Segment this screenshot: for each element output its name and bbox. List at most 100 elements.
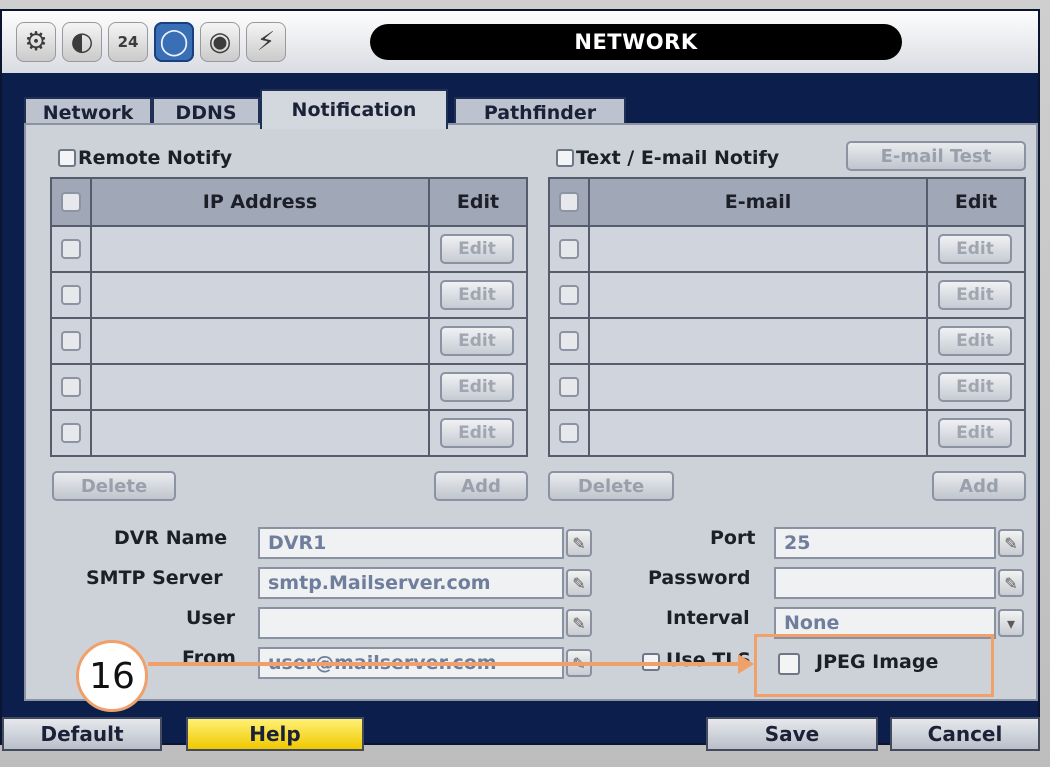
email-row-2-select [550,273,588,317]
ip-row-2-edit-cell: Edit [430,273,526,317]
ip-row-4-edit-cell: Edit [430,365,526,409]
top-toolbar: ⚙ ◐ 24 ◯ ◉ ⚡ NETWORK [2,11,1038,73]
password-label: Password [648,567,751,589]
ip-header-select [52,179,90,225]
port-field[interactable]: 25 [774,527,996,559]
email-row-2-checkbox[interactable] [559,285,579,305]
ip-row-5-select [52,411,90,455]
smtp-server-edit-icon[interactable]: ✎ [566,569,592,597]
ip-row-4-edit-button[interactable]: Edit [440,372,514,402]
gear-icon[interactable]: ⚙ [16,22,56,62]
email-row-1-select [550,227,588,271]
callout-line [148,662,748,666]
ip-row-5-edit-cell: Edit [430,411,526,455]
ip-row-5-address [92,411,428,455]
save-button[interactable]: Save [706,717,878,751]
email-row-1-checkbox[interactable] [559,239,579,259]
ip-row-2-edit-button[interactable]: Edit [440,280,514,310]
email-row-5-select [550,411,588,455]
interval-label: Interval [666,607,750,629]
ip-row-2-address [92,273,428,317]
dvr-name-edit-icon[interactable]: ✎ [566,529,592,557]
email-row-5-checkbox[interactable] [559,423,579,443]
email-row-2-edit-cell: Edit [928,273,1024,317]
default-button[interactable]: Default [2,717,162,751]
email-row-1-address [590,227,926,271]
dvr-name-label: DVR Name [114,527,228,549]
toggle-icon[interactable]: ◐ [62,22,102,62]
email-row-3-select [550,319,588,363]
password-field[interactable] [774,567,996,599]
help-button[interactable]: Help [186,717,364,751]
user-edit-icon[interactable]: ✎ [566,609,592,637]
ip-row-3-checkbox[interactable] [61,331,81,351]
email-row-5-edit-button[interactable]: Edit [938,418,1012,448]
ip-address-table: IP Address Edit Edit Edit Edit Edit Edit [50,177,528,457]
ip-row-1-edit-cell: Edit [430,227,526,271]
ip-row-4-select [52,365,90,409]
ip-row-1-address [92,227,428,271]
callout-arrow-icon [738,654,754,674]
email-notify-checkbox[interactable] [556,149,574,167]
email-row-3-address [590,319,926,363]
user-label: User [186,607,235,629]
ip-row-2-checkbox[interactable] [61,285,81,305]
ip-row-2-select [52,273,90,317]
ip-row-4-checkbox[interactable] [61,377,81,397]
email-table: E-mail Edit Edit Edit Edit Edit Edit [548,177,1026,457]
disc-icon[interactable]: ◉ [200,22,240,62]
ip-row-3-select [52,319,90,363]
email-row-3-edit-button[interactable]: Edit [938,326,1012,356]
smtp-server-label: SMTP Server [86,567,223,589]
email-add-button[interactable]: Add [932,471,1026,501]
port-label: Port [710,527,756,549]
remote-delete-button[interactable]: Delete [52,471,176,501]
remote-add-button[interactable]: Add [434,471,528,501]
ip-row-3-edit-cell: Edit [430,319,526,363]
ip-select-all-checkbox[interactable] [61,192,81,212]
email-row-4-edit-cell: Edit [928,365,1024,409]
email-test-button[interactable]: E-mail Test [846,141,1026,171]
globe-icon[interactable]: ◯ [154,22,194,62]
email-row-2-edit-button[interactable]: Edit [938,280,1012,310]
email-row-4-select [550,365,588,409]
email-header-select [550,179,588,225]
email-row-3-checkbox[interactable] [559,331,579,351]
ip-row-3-address [92,319,428,363]
port-edit-icon[interactable]: ✎ [998,529,1024,557]
remote-notify-checkbox[interactable] [58,149,76,167]
cancel-button[interactable]: Cancel [890,717,1040,751]
email-row-1-edit-cell: Edit [928,227,1024,271]
email-delete-button[interactable]: Delete [548,471,674,501]
calendar-icon[interactable]: 24 [108,22,148,62]
email-row-5-edit-cell: Edit [928,411,1024,455]
tab-notification[interactable]: Notification [260,89,448,129]
tab-bar: Network DDNS Notification Pathfinder [2,73,1038,129]
ip-header-address: IP Address [92,179,428,225]
user-field[interactable] [258,607,564,639]
email-header-edit: Edit [928,179,1024,225]
callout-highlight-box [754,634,994,697]
email-row-4-address [590,365,926,409]
email-row-1-edit-button[interactable]: Edit [938,234,1012,264]
ip-row-5-edit-button[interactable]: Edit [440,418,514,448]
email-row-4-edit-button[interactable]: Edit [938,372,1012,402]
ip-row-3-edit-button[interactable]: Edit [440,326,514,356]
email-row-4-checkbox[interactable] [559,377,579,397]
screenshot-frame: ⚙ ◐ 24 ◯ ◉ ⚡ NETWORK Network DDNS Notifi… [0,0,1050,767]
password-edit-icon[interactable]: ✎ [998,569,1024,597]
ip-row-5-checkbox[interactable] [61,423,81,443]
chevron-down-icon[interactable]: ▾ [998,609,1024,637]
ip-row-1-checkbox[interactable] [61,239,81,259]
ip-row-1-edit-button[interactable]: Edit [440,234,514,264]
email-select-all-checkbox[interactable] [559,192,579,212]
dvr-name-field[interactable]: DVR1 [258,527,564,559]
ip-row-1-select [52,227,90,271]
smtp-server-field[interactable]: smtp.Mailserver.com [258,567,564,599]
calendar-day: 24 [117,33,139,51]
power-icon[interactable]: ⚡ [246,22,286,62]
email-row-2-address [590,273,926,317]
email-header-address: E-mail [590,179,926,225]
window-title: NETWORK [370,24,902,60]
callout-number: 16 [76,640,148,712]
